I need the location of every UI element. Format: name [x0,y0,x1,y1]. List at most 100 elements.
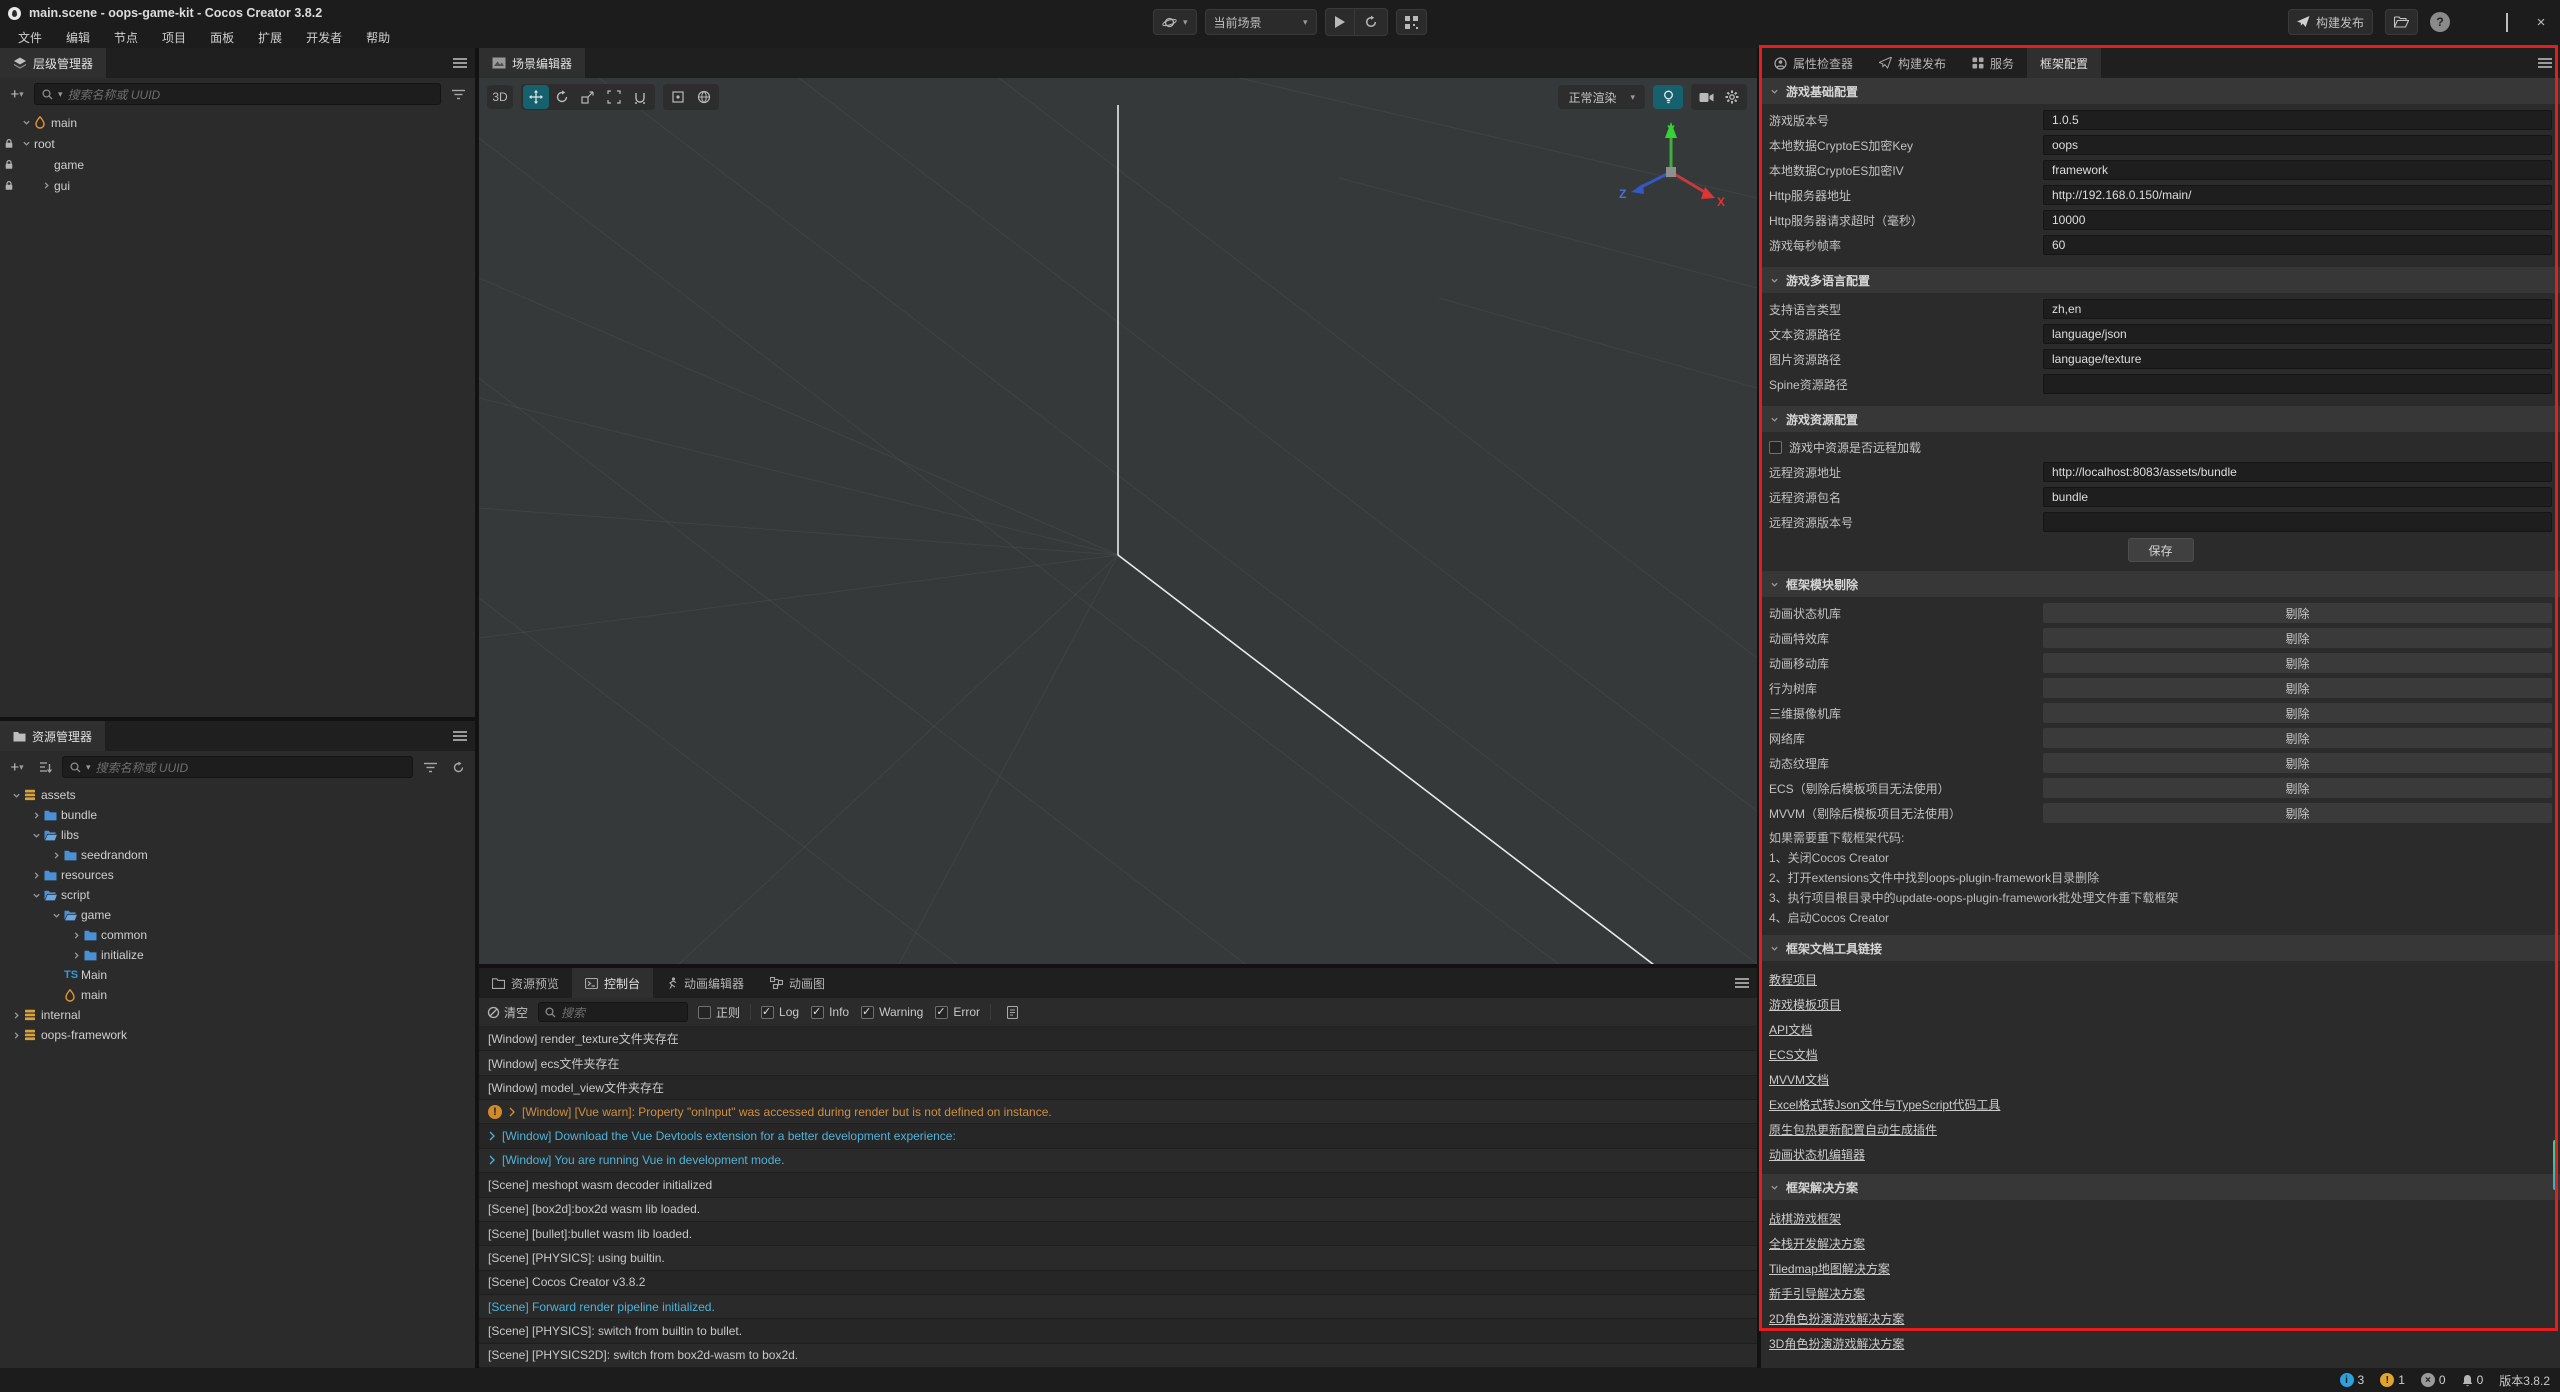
text-input[interactable]: zh,en [2043,299,2552,319]
tab-资源预览[interactable]: 资源预览 [479,968,572,998]
menu-节点[interactable]: 节点 [104,27,148,48]
console-menu-button[interactable] [1727,968,1757,998]
chevron-down-icon[interactable] [28,831,44,840]
tab-scene-editor[interactable]: 场景编辑器 [479,48,585,78]
status-warning-counter[interactable]: ! 1 [2380,1373,2405,1387]
console-log-row[interactable]: [Scene] [PHYSICS2D]: switch from box2d-w… [479,1344,1757,1368]
mode-3d-button[interactable]: 3D [487,85,513,109]
tab-构建发布[interactable]: 构建发布 [1866,48,1959,78]
hierarchy-item-main[interactable]: main [0,112,475,133]
remove-module-button[interactable]: 剔除 [2043,728,2552,748]
doc-link[interactable]: 全栈开发解决方案 [1769,1235,1865,1252]
render-mode-dropdown[interactable]: 正常渲染 ▾ [1558,85,1645,109]
create-asset-button[interactable]: +▾ [6,756,28,778]
doc-link[interactable]: MVVM文档 [1769,1071,1829,1088]
text-input[interactable]: 10000 [2043,210,2552,230]
remove-module-button[interactable]: 剔除 [2043,678,2552,698]
asset-item-assets[interactable]: assets [0,785,475,805]
section-header-框架解决方案[interactable]: 框架解决方案 [1761,1174,2560,1200]
console-log-row[interactable]: [Scene] Cocos Creator v3.8.2 [479,1271,1757,1295]
section-header-框架文档工具链接[interactable]: 框架文档工具链接 [1761,935,2560,961]
remove-module-button[interactable]: 剔除 [2043,753,2552,773]
doc-link[interactable]: ECS文档 [1769,1046,1818,1063]
menu-面板[interactable]: 面板 [200,27,244,48]
console-log-row[interactable]: [Scene] [PHYSICS]: switch from builtin t… [479,1319,1757,1343]
doc-link[interactable]: 3D角色扮演游戏解决方案 [1769,1335,1904,1352]
text-input[interactable]: http://192.168.0.150/main/ [2043,185,2552,205]
tab-属性检查器[interactable]: 属性检查器 [1761,48,1866,78]
console-log-row[interactable]: [Window] model_view文件夹存在 [479,1076,1757,1100]
doc-link[interactable]: 2D角色扮演游戏解决方案 [1769,1310,1904,1327]
asset-item-seedrandom[interactable]: seedrandom [0,845,475,865]
asset-item-main[interactable]: main [0,985,475,1005]
status-error-counter[interactable]: × 0 [2421,1373,2446,1387]
inspector-menu-button[interactable] [2530,48,2560,78]
remove-module-button[interactable]: 剔除 [2043,803,2552,823]
asset-item-common[interactable]: common [0,925,475,945]
remove-module-button[interactable]: 剔除 [2043,703,2552,723]
tab-assets[interactable]: 资源管理器 [0,721,105,751]
section-header-游戏多语言配置[interactable]: 游戏多语言配置 [1761,267,2560,293]
console-log-row[interactable]: [Scene] meshopt wasm decoder initialized [479,1173,1757,1197]
asset-item-bundle[interactable]: bundle [0,805,475,825]
sort-assets-button[interactable] [34,756,56,778]
text-input[interactable] [2043,374,2552,394]
preview-qr-button[interactable] [1396,9,1427,35]
regex-checkbox[interactable]: 正则 [698,1004,740,1021]
expand-log-icon[interactable] [508,1107,516,1117]
remote-load-checkbox-row[interactable]: 游戏中资源是否远程加载 [1769,438,2552,456]
section-header-框架模块剔除[interactable]: 框架模块剔除 [1761,571,2560,597]
coordinate-space-button[interactable] [691,85,717,109]
chevron-right-icon[interactable] [48,851,64,860]
remove-module-button[interactable]: 剔除 [2043,628,2552,648]
tab-框架配置[interactable]: 框架配置 [2027,48,2101,78]
asset-item-game[interactable]: game [0,905,475,925]
console-log-row[interactable]: [Scene] [box2d]:box2d wasm lib loaded. [479,1198,1757,1222]
text-input[interactable]: http://localhost:8083/assets/bundle [2043,462,2552,482]
hierarchy-item-gui[interactable]: gui [0,175,475,196]
close-button[interactable]: × [2530,14,2552,31]
axis-gizmo[interactable]: Y X Z [1611,114,1731,224]
expand-log-icon[interactable] [488,1155,496,1165]
assets-menu-button[interactable] [445,721,475,751]
maximize-button[interactable] [2496,14,2518,31]
status-notification-counter[interactable]: 0 [2462,1373,2484,1387]
chevron-right-icon[interactable] [68,931,84,940]
chevron-right-icon[interactable] [38,181,54,190]
assets-filter-button[interactable] [419,756,441,778]
scene-camera-button[interactable] [1693,85,1719,109]
remove-module-button[interactable]: 剔除 [2043,653,2552,673]
tab-动画图[interactable]: 动画图 [757,968,838,998]
save-button[interactable]: 保存 [2128,538,2194,562]
section-header-游戏资源配置[interactable]: 游戏资源配置 [1761,406,2560,432]
menu-帮助[interactable]: 帮助 [356,27,400,48]
chevron-down-icon[interactable] [8,791,24,800]
chevron-right-icon[interactable] [8,1031,24,1040]
hierarchy-item-root[interactable]: root [0,133,475,154]
doc-link[interactable]: Excel格式转Json文件与TypeScript代码工具 [1769,1096,2000,1113]
scrollbar-thumb[interactable] [2553,1140,2558,1190]
asset-item-initialize[interactable]: initialize [0,945,475,965]
text-input[interactable]: bundle [2043,487,2552,507]
chevron-down-icon[interactable] [48,911,64,920]
scene-viewport[interactable]: 3D [479,78,1757,964]
assets-search-input[interactable]: ▾ 搜索名称或 UUID [62,756,413,778]
asset-item-resources[interactable]: resources [0,865,475,885]
doc-link[interactable]: 教程项目 [1769,971,1817,988]
console-log-row[interactable]: [Scene] [PHYSICS]: using builtin. [479,1246,1757,1270]
asset-item-script[interactable]: script [0,885,475,905]
doc-link[interactable]: Tiledmap地图解决方案 [1769,1260,1890,1277]
scene-select-dropdown[interactable]: 当前场景 ▾ [1205,9,1317,35]
console-log-row[interactable]: [Scene] Forward render pipeline initiali… [479,1295,1757,1319]
doc-link[interactable]: 战棋游戏框架 [1769,1210,1841,1227]
doc-link[interactable]: API文档 [1769,1021,1812,1038]
text-input[interactable]: language/json [2043,324,2552,344]
menu-开发者[interactable]: 开发者 [296,27,352,48]
console-log-row[interactable]: [Window] You are running Vue in developm… [479,1149,1757,1173]
remove-module-button[interactable]: 剔除 [2043,778,2552,798]
menu-扩展[interactable]: 扩展 [248,27,292,48]
chevron-down-icon[interactable] [18,118,34,127]
tab-服务[interactable]: 服务 [1959,48,2027,78]
help-button[interactable]: ? [2430,12,2450,32]
menu-文件[interactable]: 文件 [8,27,52,48]
